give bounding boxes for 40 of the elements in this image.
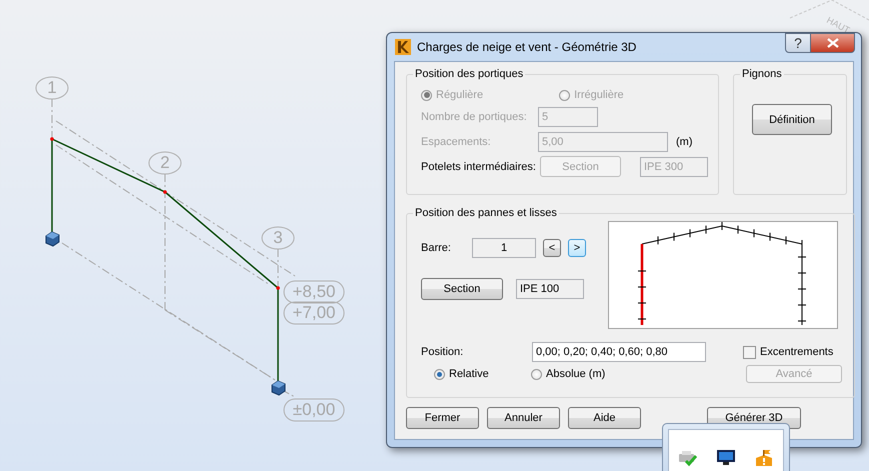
group-title: Position des pannes et lisses bbox=[414, 207, 558, 219]
help-button[interactable]: ? bbox=[785, 33, 811, 53]
warning-flag-icon[interactable] bbox=[754, 449, 774, 467]
previous-button[interactable]: < bbox=[543, 238, 561, 256]
next-button[interactable]: > bbox=[568, 238, 586, 256]
app-icon bbox=[395, 39, 411, 55]
printer-check-icon[interactable] bbox=[678, 449, 698, 467]
level-tag: +8,50 bbox=[284, 280, 344, 304]
definition-button[interactable]: Définition bbox=[752, 104, 832, 135]
grid-bubble: 2 bbox=[148, 152, 182, 174]
group-title: Position des portiques bbox=[414, 68, 524, 80]
window-title: Charges de neige et vent - Géométrie 3D bbox=[417, 40, 638, 54]
section-field: IPE 300 bbox=[640, 156, 708, 176]
field-label: Position: bbox=[421, 346, 464, 358]
grid-bubble: 1 bbox=[36, 76, 68, 100]
dialog-button[interactable]: Fermer bbox=[406, 407, 479, 429]
position-field[interactable]: 0,00; 0,20; 0,40; 0,60; 0,80 bbox=[532, 342, 706, 362]
bar-field: 1 bbox=[472, 238, 536, 258]
dialog-button[interactable]: Aide bbox=[568, 407, 641, 429]
level-tag: ±0,00 bbox=[284, 398, 344, 422]
field-label: Espacements: bbox=[421, 136, 492, 148]
monitor-icon[interactable] bbox=[716, 449, 736, 467]
field-label: Potelets intermédiaires: bbox=[421, 160, 537, 172]
radio-button[interactable]: Absolue (m) bbox=[531, 368, 606, 380]
radio-button[interactable]: Relative bbox=[434, 368, 531, 380]
group-title: Pignons bbox=[741, 68, 783, 80]
section-field: IPE 100 bbox=[516, 278, 584, 298]
checkbox[interactable]: Excentrements bbox=[743, 346, 834, 358]
support-icon bbox=[46, 231, 60, 247]
unit-label: (m) bbox=[676, 136, 692, 148]
close-icon bbox=[826, 38, 838, 48]
field-label: Barre: bbox=[421, 242, 452, 254]
dialog-button[interactable]: Annuler bbox=[487, 407, 560, 429]
level-tag: +7,00 bbox=[284, 302, 344, 324]
section-button[interactable]: Section bbox=[421, 278, 503, 300]
support-icon bbox=[272, 380, 286, 396]
grid-bubble: 3 bbox=[262, 226, 294, 250]
close-button[interactable] bbox=[811, 33, 855, 53]
view-cube: HAUT bbox=[790, 0, 869, 36]
field-label: Nombre de portiques: bbox=[421, 110, 528, 122]
